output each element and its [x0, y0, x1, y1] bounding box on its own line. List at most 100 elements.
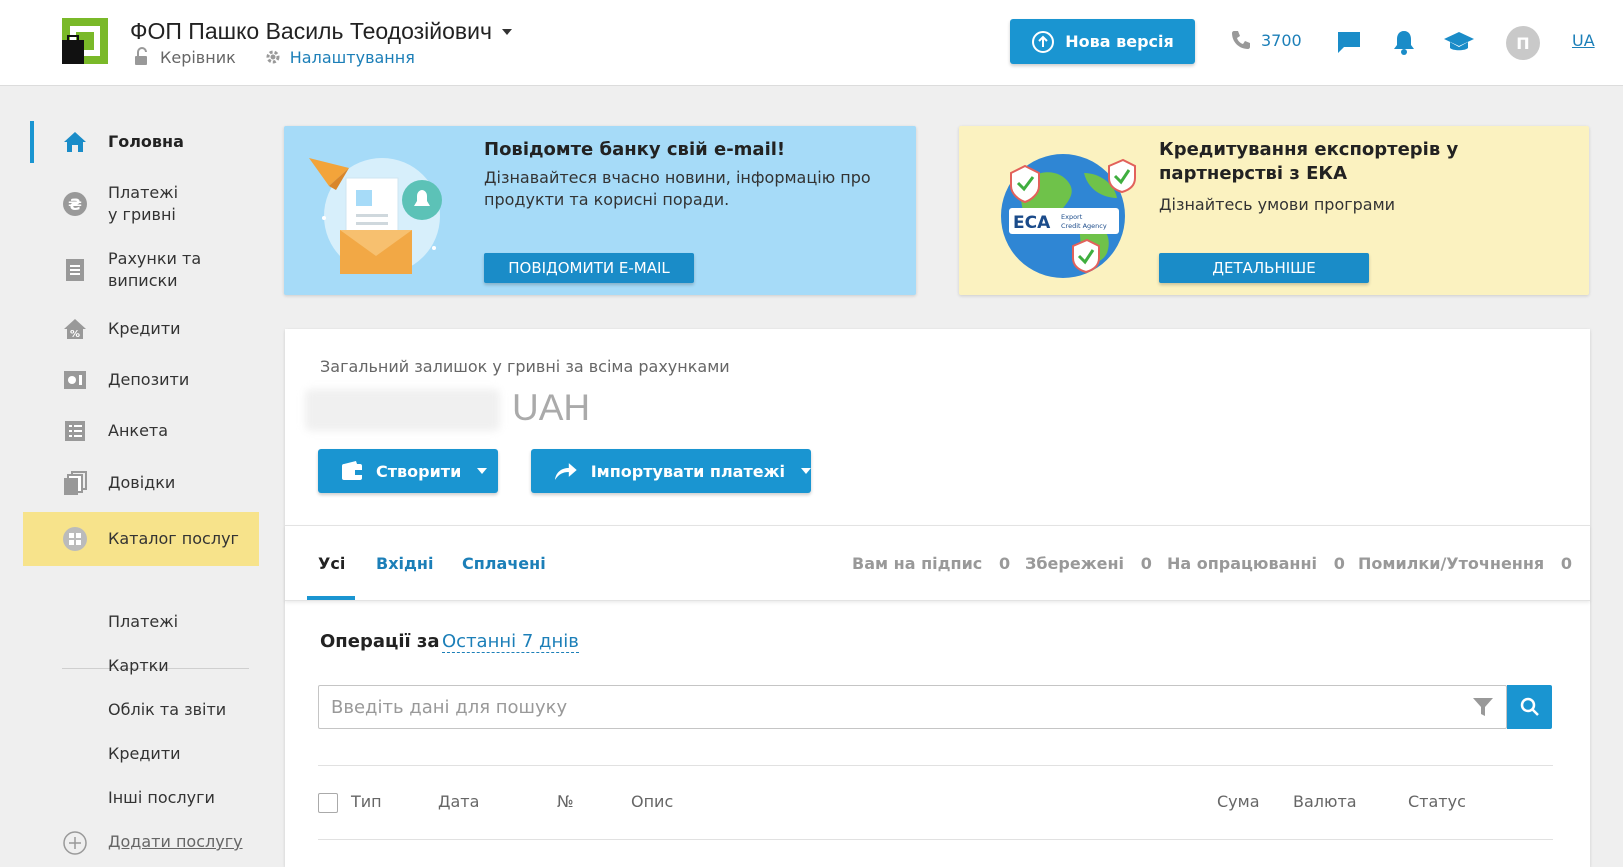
column-header-currency[interactable]: Валюта: [1293, 792, 1357, 811]
service-link-accounting[interactable]: Облік та звіти: [108, 700, 226, 719]
sidebar-item-references[interactable]: Довідки: [30, 462, 260, 504]
top-header: ФОП Пашко Василь Теодозійович Керівник Н…: [0, 0, 1623, 86]
sidebar-item-label: Депозити: [108, 370, 190, 389]
sidebar: Головна ₴ Платежі у гривні Рахунки та випи…: [0, 86, 265, 867]
column-header-description[interactable]: Опис: [631, 792, 673, 811]
chat-icon[interactable]: [1335, 28, 1363, 56]
column-header-status[interactable]: Статус: [1408, 792, 1466, 811]
chevron-down-icon: [501, 28, 512, 35]
export-credit-banner: ECA Export Credit Agency Кредитування ек…: [959, 126, 1589, 295]
search-button[interactable]: [1507, 685, 1552, 729]
language-switch[interactable]: UA: [1572, 31, 1595, 50]
import-payments-button[interactable]: Імпортувати платежі: [531, 449, 811, 493]
wallet-icon: [342, 461, 362, 480]
operations-label: Операції за: [320, 631, 440, 652]
stat-errors[interactable]: Помилки/Уточнення 0: [1358, 554, 1572, 573]
stat-processing[interactable]: На опрацюванні 0: [1167, 554, 1345, 573]
column-header-amount[interactable]: Сума: [1217, 792, 1260, 811]
share-arrow-icon: [554, 463, 577, 480]
table-divider-top: [318, 765, 1553, 766]
arrow-up-circle-icon: [1032, 30, 1055, 53]
avatar[interactable]: П: [1506, 26, 1540, 60]
sidebar-item-label: Рахунки та виписки: [108, 249, 202, 290]
stat-saved[interactable]: Збережені 0: [1025, 554, 1152, 573]
operations-tabs: Усі Вхідні Сплачені Вам на підпис 0 Збер…: [285, 525, 1590, 601]
operations-period-selector[interactable]: Останні 7 днів: [442, 631, 579, 653]
house-percent-icon: %: [64, 319, 86, 340]
plus-circle-icon[interactable]: [62, 830, 88, 856]
svg-text:%: %: [70, 329, 80, 340]
add-service-link[interactable]: Додати послугу: [108, 832, 243, 851]
envelope-illustration-icon: [309, 158, 442, 274]
new-version-button[interactable]: Нова версія: [1010, 19, 1195, 64]
chevron-down-icon: [477, 468, 488, 474]
documents-stack-icon: [64, 471, 87, 495]
sidebar-item-home[interactable]: Головна: [30, 121, 260, 163]
sidebar-item-label: Анкета: [108, 421, 169, 440]
import-label: Імпортувати платежі: [590, 461, 785, 481]
sidebar-item-accounts[interactable]: Рахунки та виписки: [30, 246, 260, 294]
create-button[interactable]: Створити: [318, 449, 498, 493]
filter-icon[interactable]: [1471, 695, 1495, 719]
gear-icon: [266, 50, 280, 64]
company-selector[interactable]: ФОП Пашко Василь Теодозійович: [130, 18, 512, 45]
tab-incoming[interactable]: Вхідні: [376, 554, 433, 573]
active-tab-indicator: [307, 596, 355, 600]
export-banner-title: Кредитування експортерів у партнерстві з…: [1159, 139, 1459, 184]
sidebar-item-credits[interactable]: % Кредити: [30, 308, 260, 350]
eca-logo-text: ECA: [1013, 213, 1051, 233]
svg-text:Export: Export: [1061, 213, 1083, 221]
stat-to-sign[interactable]: Вам на підпис 0: [852, 554, 1010, 573]
search-input[interactable]: [318, 685, 1507, 729]
sidebar-item-deposits[interactable]: Депозити: [30, 359, 260, 401]
email-banner: Повідомте банку свій e-mail! Дізнавайтес…: [284, 126, 916, 295]
sidebar-item-label: Каталог послуг: [108, 529, 239, 548]
select-all-checkbox[interactable]: [318, 793, 338, 813]
sidebar-item-label: Платежі у гривні: [108, 183, 179, 224]
bank-logo-icon[interactable]: [62, 18, 108, 64]
unlock-icon: [135, 47, 147, 65]
settings-link[interactable]: Налаштування: [290, 48, 415, 67]
sidebar-item-questionnaire[interactable]: Анкета: [30, 410, 260, 452]
email-banner-text: Дізнавайтеся вчасно новини, інформацію п…: [484, 168, 871, 209]
tab-paid[interactable]: Сплачені: [462, 554, 546, 573]
main-card: Загальний залишок у гривні за всіма раху…: [285, 329, 1590, 867]
service-link-payments[interactable]: Платежі: [108, 612, 178, 631]
user-role: Керівник: [160, 47, 236, 67]
deposit-icon: [64, 371, 86, 389]
sidebar-item-label: Довідки: [108, 473, 176, 492]
balance-label: Загальний залишок у гривні за всіма раху…: [320, 357, 730, 376]
details-button[interactable]: ДЕТАЛЬНІШЕ: [1159, 253, 1369, 283]
search-icon: [1520, 697, 1539, 716]
service-link-cards[interactable]: Картки: [108, 656, 169, 675]
chevron-down-icon: [801, 468, 811, 474]
phone-icon: [1232, 31, 1250, 49]
sidebar-item-services-catalog[interactable]: Каталог послуг: [23, 512, 259, 566]
phone-number: 3700: [1261, 30, 1302, 50]
graduation-cap-icon[interactable]: [1443, 28, 1475, 56]
table-divider-bottom: [318, 839, 1553, 840]
balance-currency: UAH: [512, 387, 591, 428]
document-icon: [66, 259, 84, 281]
svg-text:₴: ₴: [68, 195, 82, 214]
column-header-type[interactable]: Тип: [351, 792, 382, 811]
sidebar-item-label: Кредити: [108, 319, 181, 338]
home-icon: [64, 132, 86, 152]
service-link-other[interactable]: Інші послуги: [108, 788, 215, 807]
tab-all[interactable]: Усі: [318, 554, 345, 573]
column-header-date[interactable]: Дата: [438, 792, 479, 811]
bell-icon[interactable]: [1390, 28, 1418, 56]
new-version-label: Нова версія: [1065, 32, 1174, 51]
email-banner-title: Повідомте банку свій e-mail!: [484, 139, 786, 160]
notify-email-button[interactable]: ПОВІДОМИТИ E-MAIL: [484, 253, 694, 283]
company-name: ФОП Пашко Василь Теодозійович: [130, 18, 492, 44]
svg-text:Credit Agency: Credit Agency: [1061, 222, 1107, 230]
sidebar-item-payments-uah[interactable]: ₴ Платежі у гривні: [30, 180, 260, 228]
column-header-number[interactable]: №: [557, 792, 574, 811]
create-label: Створити: [376, 461, 462, 481]
export-banner-text: Дізнайтесь умови програми: [1159, 195, 1396, 214]
grid-icon: [63, 527, 87, 551]
phone-link[interactable]: 3700: [1229, 28, 1302, 52]
service-link-credits[interactable]: Кредити: [108, 744, 181, 763]
header-sub-info: Керівник Налаштування: [132, 47, 415, 67]
